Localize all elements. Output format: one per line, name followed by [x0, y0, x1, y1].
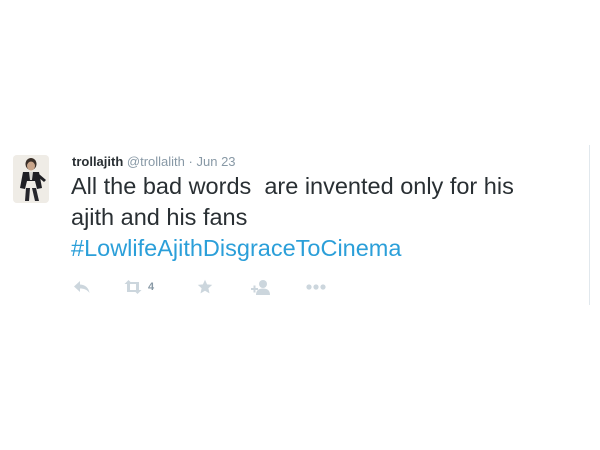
add-user-icon [251, 279, 271, 295]
retweet-count: 4 [148, 281, 155, 293]
star-icon [197, 279, 213, 295]
hashtag-link[interactable]: #LowlifeAjithDisgraceToCinema [71, 233, 586, 264]
retweet-button[interactable]: 4 [123, 279, 154, 295]
author-name[interactable]: trollajith [72, 154, 123, 169]
tweet: trollajith @trollalith · Jun 23 All the … [0, 145, 600, 315]
tweet-header: trollajith @trollalith · Jun 23 [72, 154, 236, 170]
avatar[interactable] [13, 155, 49, 203]
tweet-text-line-2: ajith and his fans [71, 204, 248, 230]
reply-icon [73, 280, 91, 294]
more-dots-icon [306, 284, 326, 290]
tweet-text-line-1: All the bad words are invented only for … [71, 173, 514, 199]
tweet-timestamp[interactable]: Jun 23 [197, 154, 236, 169]
separator-dot: · [188, 154, 193, 169]
follow-button[interactable] [251, 279, 271, 295]
timeline-border [589, 145, 590, 305]
retweet-icon [123, 280, 143, 294]
favorite-button[interactable] [197, 279, 213, 295]
tweet-text: All the bad words are invented only for … [71, 171, 586, 264]
reply-button[interactable] [73, 279, 91, 295]
more-button[interactable] [306, 279, 326, 295]
author-handle[interactable]: @trollalith [127, 154, 185, 169]
